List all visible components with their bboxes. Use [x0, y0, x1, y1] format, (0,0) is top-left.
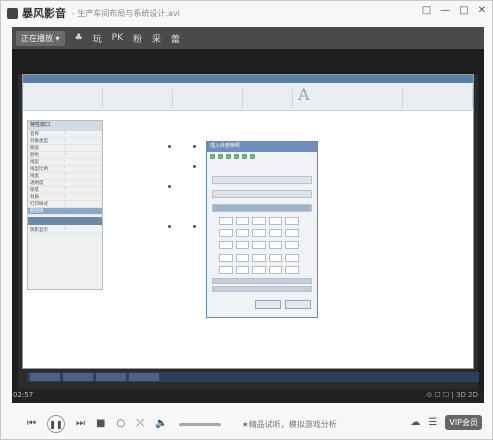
close-icon[interactable]: ✕: [478, 5, 486, 16]
dialog-section: [212, 286, 312, 292]
list-item: 对象类型 ·: [28, 138, 102, 145]
toolbar-item-3[interactable]: PK: [112, 33, 123, 43]
ribbon-group: [103, 89, 173, 107]
maximize-icon[interactable]: □: [459, 5, 468, 16]
grip-point: [168, 185, 171, 188]
list-item: 颜色 ·: [28, 152, 102, 159]
dialog-section: [212, 204, 312, 212]
video-area[interactable]: A 特性窗口 名称 · 对象类型 · 图层 · 颜色 · 线型 · 线型比例 · 线宽 · 透…: [12, 49, 484, 394]
recorded-cad-screen: A 特性窗口 名称 · 对象类型 · 图层 · 颜色 · 线型 · 线型比例 · 线宽 · 透…: [22, 74, 479, 382]
video-tools[interactable]: ⊙ ☐ ☐ | 3D 2D: [426, 391, 478, 399]
cad-title-bar: [23, 75, 473, 83]
grip-point: [168, 225, 171, 228]
grip-point: [193, 165, 196, 168]
previous-icon[interactable]: ⏮: [27, 419, 36, 429]
list-item: 打印样式 ·: [28, 201, 102, 208]
video-frame: A 特性窗口 名称 · 对象类型 · 图层 · 颜色 · 线型 · 线型比例 · 线宽 · 透…: [18, 74, 479, 394]
ribbon-group: [403, 89, 473, 107]
dialog-section: [212, 278, 312, 284]
toolbar-item-2[interactable]: 玩: [93, 32, 102, 45]
list-item: 材质 ·: [28, 194, 102, 201]
toolbar-item-6[interactable]: 蕾: [171, 32, 180, 45]
dialog-field: [212, 176, 312, 184]
app-name: 暴风影音: [22, 7, 66, 20]
title-bar: 暴风影音 - 生产车间布局与系统设计.avi □ — □ ✕: [1, 1, 492, 25]
ribbon-group: [243, 89, 293, 107]
vip-button[interactable]: VIP会员: [445, 415, 482, 430]
dialog-cancel-button: [285, 300, 311, 309]
next-icon[interactable]: ⏭: [76, 419, 85, 429]
minimize-icon[interactable]: —: [440, 5, 450, 16]
list-item: 阴影显示 ·: [28, 227, 102, 234]
volume-icon[interactable]: 🔈: [155, 419, 167, 429]
dialog-field: [212, 190, 312, 198]
playlist-icon[interactable]: ☰: [428, 417, 437, 428]
text-tool-icon: A: [298, 85, 310, 104]
grip-point: [193, 225, 196, 228]
seek-bar[interactable]: [12, 389, 484, 403]
shuffle-icon[interactable]: ⤫: [136, 419, 144, 429]
list-item-selected: 超链接 ·: [28, 208, 102, 215]
list-item: 名称 ·: [28, 131, 102, 138]
list-item: 图层 ·: [28, 145, 102, 152]
dialog-button-grid: [219, 217, 299, 275]
control-right: ☁ ☰ VIP会员: [410, 415, 482, 430]
toolbar-item-4[interactable]: 粉: [133, 32, 142, 45]
loop-icon[interactable]: ○: [116, 419, 125, 429]
list-item: 线型比例 ·: [28, 166, 102, 173]
list-item: 厚度 ·: [28, 187, 102, 194]
properties-panel: 特性窗口 名称 · 对象类型 · 图层 · 颜色 · 线型 · 线型比例 · 线宽 · 透明度…: [27, 120, 103, 290]
list-item: 线宽 ·: [28, 173, 102, 180]
skin-icon[interactable]: ☁: [410, 417, 420, 428]
ribbon-group: [173, 89, 243, 107]
volume-slider[interactable]: [178, 422, 221, 426]
grip-point: [193, 145, 196, 148]
grip-point: [168, 145, 171, 148]
panel-title: 特性窗口: [28, 121, 102, 131]
cad-ribbon: A: [23, 75, 473, 111]
toolbar-item-1[interactable]: ♣: [75, 33, 83, 43]
ribbon-group: [323, 89, 403, 107]
pause-button[interactable]: ❚❚: [47, 415, 65, 433]
mini-mode-icon[interactable]: □: [422, 5, 431, 16]
app-logo-icon: [7, 7, 18, 19]
document-title: - 生产车间布局与系统设计.avi: [72, 8, 180, 18]
playback-time: 02:57: [13, 391, 34, 399]
top-toolbar: 正在播放 ▾ ♣ 玩 PK 粉 采 蕾: [12, 27, 484, 49]
panel-section-bar: [28, 217, 102, 225]
list-item: 线型 ·: [28, 159, 102, 166]
window-controls: □ — □ ✕: [422, 5, 486, 16]
windows-taskbar: [27, 372, 479, 382]
stop-icon[interactable]: ■: [96, 419, 105, 429]
ad-link[interactable]: ★精品试听，模拟游戏分析: [242, 419, 337, 430]
list-item: 透明度 ·: [28, 180, 102, 187]
player-window: 暴风影音 - 生产车间布局与系统设计.avi □ — □ ✕ 正在播放 ▾ ♣ …: [0, 0, 493, 440]
dialog-toolbar: [207, 152, 317, 162]
ribbon-group: [43, 89, 103, 107]
now-playing-button[interactable]: 正在播放 ▾: [16, 30, 65, 46]
dialog-title: 插入外部参照: [207, 142, 317, 152]
dialog-ok-button: [255, 300, 281, 309]
toolbar-item-5[interactable]: 采: [152, 32, 161, 45]
cad-dialog: 插入外部参照: [206, 141, 318, 318]
